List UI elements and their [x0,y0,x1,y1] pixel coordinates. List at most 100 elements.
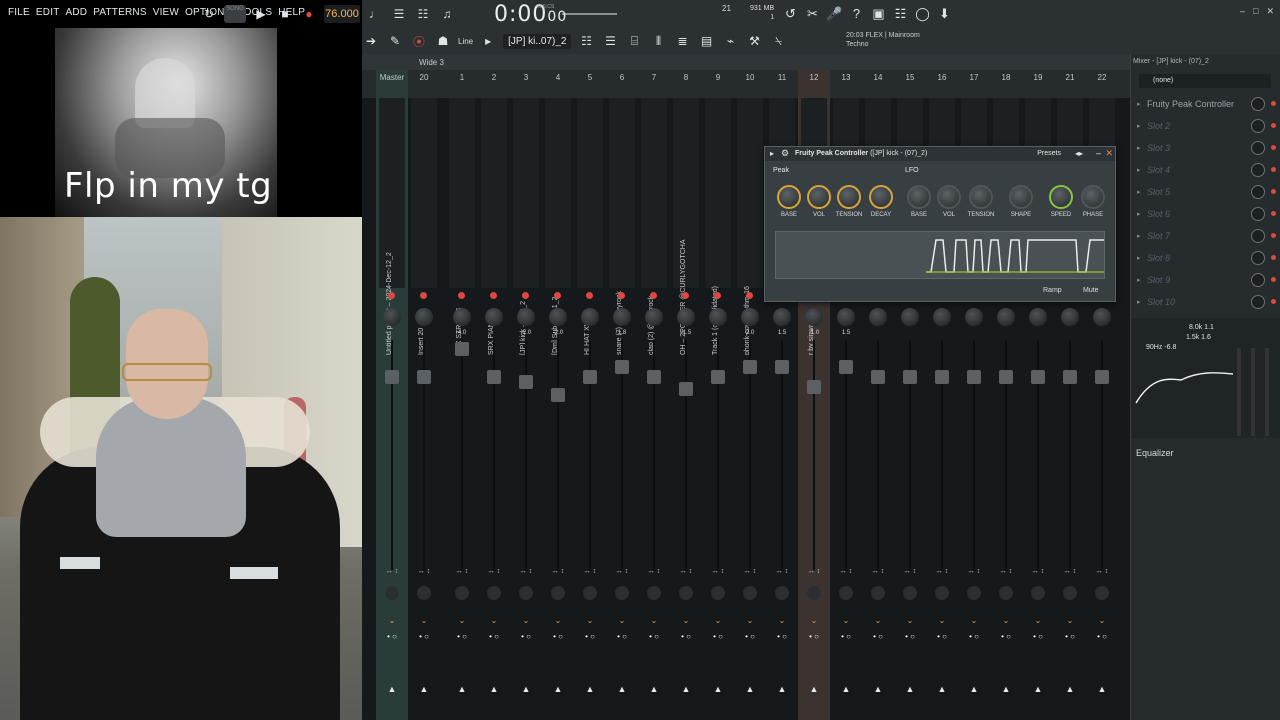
pan-knob[interactable] [1061,308,1079,326]
slot-mix-knob[interactable] [1251,229,1265,243]
chevron-right-icon[interactable]: ▸ [770,149,774,158]
mic-icon[interactable]: ⌄ [446,616,478,625]
fx-switch-icon[interactable]: • ○ [1054,632,1086,641]
send-arrow-icon[interactable]: ▲ [798,684,830,694]
stereo-knob[interactable] [935,586,949,600]
fx-switch-icon[interactable]: • ○ [798,632,830,641]
chevron-right-icon[interactable]: ▸ [1137,166,1141,174]
plug-icon[interactable]: ⌁ [721,32,739,50]
mic-icon[interactable]: ⌄ [510,616,542,625]
send-arrow-icon[interactable]: ▲ [990,684,1022,694]
chevron-right-icon[interactable]: ▸ [1137,210,1141,218]
record-arm-icon[interactable] [650,292,657,299]
send-arrow-icon[interactable]: ▲ [542,684,574,694]
presets-button[interactable]: Presets [1037,150,1061,157]
maximize-icon[interactable]: □ [1253,6,1258,17]
mic-icon[interactable]: ⌄ [798,616,830,625]
mic-icon[interactable]: ⌄ [670,616,702,625]
volume-fader-handle[interactable] [967,370,981,384]
pan-knob[interactable] [517,308,535,326]
volume-fader-handle[interactable] [743,360,757,374]
volume-fader-handle[interactable] [487,370,501,384]
mixer-view-mode[interactable]: Wide 3 [419,58,444,67]
pan-knob[interactable] [965,308,983,326]
fx-switch-icon[interactable]: • ○ [766,632,798,641]
slot-mix-knob[interactable] [1251,163,1265,177]
lfo-knob-speed[interactable] [1049,185,1073,209]
stereo-separation-icon[interactable]: ↔ ↕ [574,568,606,575]
mic-icon[interactable]: ⌄ [376,616,408,625]
stereo-separation-icon[interactable]: ↔ ↕ [542,568,574,575]
pattern-number[interactable]: 21 [722,4,731,13]
mic-icon[interactable]: ⌄ [958,616,990,625]
stereo-knob[interactable] [967,586,981,600]
mic-icon[interactable]: 🎤 [826,5,843,22]
stereo-knob[interactable] [385,586,399,600]
send-arrow-icon[interactable]: ▲ [926,684,958,694]
snap-mode[interactable]: Line [458,37,473,46]
song-position-slider[interactable] [562,13,617,15]
cut-icon[interactable]: ✂ [804,5,821,22]
fx-switch-icon[interactable]: • ○ [862,632,894,641]
mic-icon[interactable]: ⌄ [638,616,670,625]
mic-icon[interactable]: ⌄ [830,616,862,625]
stop-button[interactable]: ■ [276,5,294,23]
chat-icon[interactable]: ◯ [914,5,931,22]
record-arm-icon[interactable] [490,292,497,299]
volume-fader-handle[interactable] [999,370,1013,384]
stereo-knob[interactable] [711,586,725,600]
stereo-separation-icon[interactable]: ↔ ↕ [510,568,542,575]
mixer-view-icon[interactable]: ⫴ [649,32,667,50]
chevron-right-icon[interactable]: ▸ [1137,100,1141,108]
send-arrow-icon[interactable]: ▲ [1086,684,1118,694]
undo-icon[interactable]: ↺ [782,5,799,22]
fx-switch-icon[interactable]: • ○ [990,632,1022,641]
stereo-separation-icon[interactable]: ↔ ↕ [1022,568,1054,575]
stereo-knob[interactable] [551,586,565,600]
volume-fader-handle[interactable] [839,360,853,374]
lfo-knob-base[interactable] [907,185,931,209]
slot-enable-icon[interactable] [1271,211,1276,216]
close-icon[interactable]: ✕ [1105,148,1113,159]
menu-view[interactable]: VIEW [150,7,182,18]
pan-knob[interactable] [415,308,433,326]
stereo-separation-icon[interactable]: ↔ ↕ [830,568,862,575]
mic-icon[interactable]: ⌄ [574,616,606,625]
mic-icon[interactable]: ⌄ [862,616,894,625]
pan-knob[interactable] [549,308,567,326]
pan-knob[interactable] [773,308,791,326]
countdown-icon[interactable]: ☷ [414,5,432,23]
slot-enable-icon[interactable] [1271,255,1276,260]
volume-fader-track[interactable] [557,340,559,570]
fx-switch-icon[interactable]: • ○ [830,632,862,641]
fx-switch-icon[interactable]: • ○ [702,632,734,641]
mic-icon[interactable]: ⌄ [702,616,734,625]
menu-file[interactable]: FILE [5,7,33,18]
stereo-separation-icon[interactable]: ↔ ↕ [958,568,990,575]
pan-knob[interactable] [837,308,855,326]
mic-icon[interactable]: ⌄ [894,616,926,625]
mic-icon[interactable]: ⌄ [1086,616,1118,625]
pan-knob[interactable] [901,308,919,326]
record-arm-icon[interactable] [420,292,427,299]
stereo-knob[interactable] [455,586,469,600]
send-arrow-icon[interactable]: ▲ [1022,684,1054,694]
mixer-strip[interactable]: 7 clap (2) @greyrock ↔ ↕ ⌄ • ○ ▲ [638,70,670,720]
chevron-right-icon[interactable]: ▸ [1137,144,1141,152]
mixer-strip[interactable]: 6snare (7) @greyrock1.8↔ ↕⌄• ○▲ [606,70,638,720]
stereo-separation-icon[interactable]: ↔ ↕ [1054,568,1086,575]
send-arrow-icon[interactable]: ▲ [766,684,798,694]
fx-switch-icon[interactable]: • ○ [510,632,542,641]
send-arrow-icon[interactable]: ▲ [446,684,478,694]
effect-slot[interactable]: ▸ Slot 6 [1137,205,1277,225]
mic-icon[interactable]: ⌄ [478,616,510,625]
pan-knob[interactable] [453,308,471,326]
send-arrow-icon[interactable]: ▲ [702,684,734,694]
send-arrow-icon[interactable]: ▲ [510,684,542,694]
fx-switch-icon[interactable]: • ○ [958,632,990,641]
send-arrow-icon[interactable]: ▲ [638,684,670,694]
chevron-right-icon[interactable]: ▸ [1137,232,1141,240]
stereo-knob[interactable] [775,586,789,600]
fx-switch-icon[interactable]: • ○ [638,632,670,641]
effect-slot[interactable]: ▸ Slot 4 [1137,161,1277,181]
